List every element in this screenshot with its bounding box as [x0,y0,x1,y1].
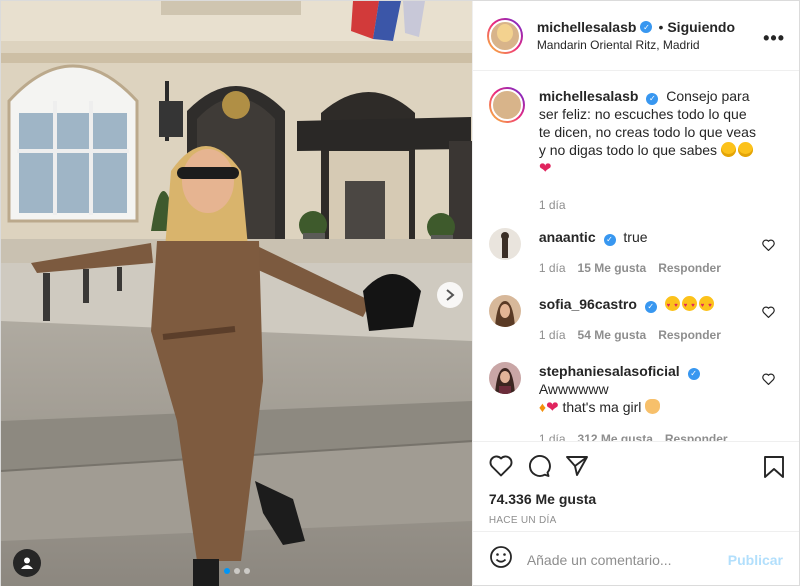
reply-button[interactable]: Responder [658,326,721,344]
carousel-dots [224,568,250,574]
likes-count[interactable]: 74.336 Me gusta [489,491,783,507]
smiling-emoji-icon [737,142,753,157]
comment-icon[interactable] [527,454,551,483]
separator-dot: • [658,19,664,35]
caption-username[interactable]: michellesalasb [539,88,639,104]
comment-text: true [623,229,648,245]
author-avatar[interactable] [486,17,523,54]
heart-eyes-emoji-icon [664,296,680,315]
comment-time[interactable]: 1 día [539,326,566,344]
post-side-panel: michellesalasb ✓ • Siguiendo Mandarin Or… [471,1,799,586]
comment-username[interactable]: sofia_96castro [539,296,637,312]
heart-icon[interactable] [489,455,513,482]
verified-badge-icon: ✓ [603,234,616,246]
author-username[interactable]: michellesalasb [537,19,637,35]
reply-button[interactable]: Responder [665,430,728,441]
post-photo[interactable] [1,1,472,586]
more-icon[interactable]: ••• [763,28,785,49]
share-icon[interactable] [565,455,589,482]
comment-text: Awwwwww [538,381,609,397]
fire-emoji-icon: ♦ [538,399,546,415]
publish-button[interactable]: Publicar [728,552,783,568]
comments-section: michellesalasb ✓ Consejo para ser feliz:… [473,71,799,441]
photo-scene [1,1,472,586]
carousel-dot [244,568,250,574]
carousel-dot [234,568,240,574]
bookmark-icon[interactable] [763,455,785,484]
person-emoji-icon [645,399,661,414]
tag-user-icon[interactable] [13,549,41,577]
comment-item: anaantic ✓ true 1 día 15 Me gusta Respon… [488,228,785,277]
reply-button[interactable]: Responder [658,259,721,277]
comment-username[interactable]: stephaniesalasoficial [539,363,680,379]
comment-item: sofia_96castro ✓ 1 día 54 Me gusta Respo… [488,295,785,344]
post-date[interactable]: HACE UN DÍA [489,515,783,526]
commenter-avatar[interactable] [488,228,521,260]
comment-like-heart-icon[interactable] [762,372,775,390]
post-actions: 74.336 Me gusta HACE UN DÍA [472,441,799,531]
carousel-dot-active [224,568,230,574]
comment-item: stephaniesalasoficial ✓ Awwwwww ♦❤ that'… [488,362,785,441]
comment-like-heart-icon[interactable] [762,238,775,256]
add-comment-bar: Publicar [472,531,799,586]
commenter-avatar[interactable] [488,295,521,327]
heart-eyes-emoji-icon [681,296,697,315]
comment-time[interactable]: 1 día [539,430,566,441]
verified-badge-icon: ✓ [646,93,659,105]
comment-username[interactable]: anaantic [539,229,596,245]
comment-input[interactable] [526,551,728,568]
emoji-icon[interactable] [489,545,513,574]
heart-emoji-icon: ❤ [545,399,559,416]
following-button[interactable]: Siguiendo [667,19,735,35]
heart-eyes-emoji-icon [698,296,714,315]
comment-text-continued: that's ma girl [562,399,642,415]
instagram-post: michellesalasb ✓ • Siguiendo Mandarin Or… [0,0,800,586]
commenter-avatar[interactable] [488,362,521,394]
smiling-emoji-icon [720,142,736,157]
comment-likes[interactable]: 54 Me gusta [578,326,647,344]
caption-time[interactable]: 1 día [539,196,566,214]
comment-likes[interactable]: 15 Me gusta [578,259,647,277]
verified-badge-icon: ✓ [644,301,657,313]
heart-emoji-icon: ❤ [538,160,552,177]
comment-like-heart-icon[interactable] [762,305,775,323]
caption-avatar[interactable] [488,87,525,123]
verified-badge-icon: ✓ [687,368,700,380]
verified-badge-icon: ✓ [640,21,653,33]
post-header: michellesalasb ✓ • Siguiendo Mandarin Or… [472,1,799,71]
next-arrow-icon[interactable] [437,282,463,308]
comment-likes[interactable]: 312 Me gusta [578,430,653,441]
post-location[interactable]: Mandarin Oriental Ritz, Madrid [537,38,735,52]
caption: michellesalasb ✓ Consejo para ser feliz:… [488,87,785,214]
comment-time[interactable]: 1 día [539,259,566,277]
